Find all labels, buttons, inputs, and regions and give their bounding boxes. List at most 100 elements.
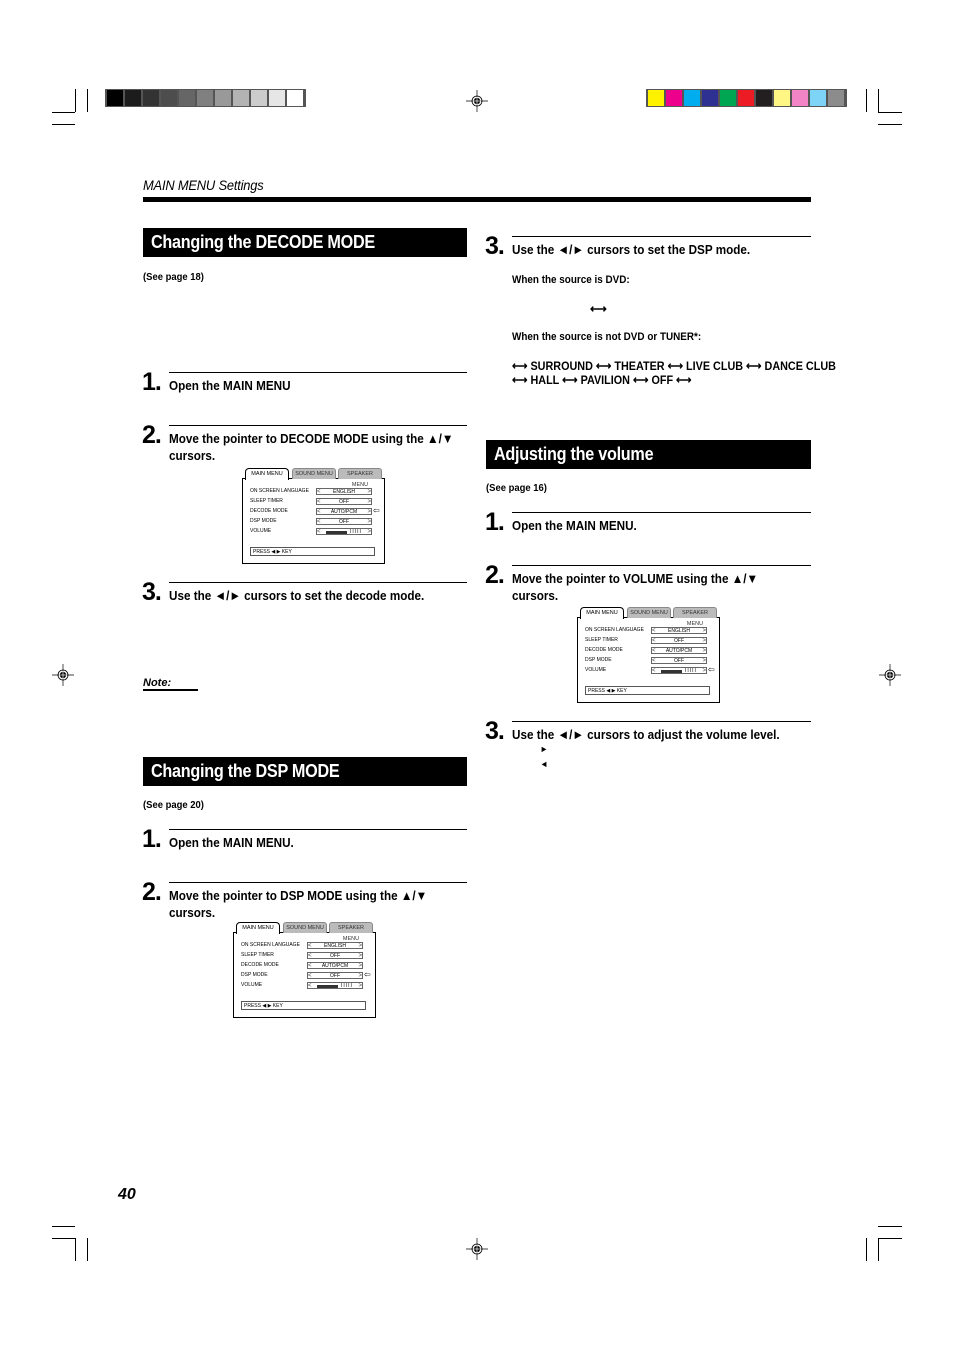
step-rule <box>169 372 467 373</box>
osd-value-text: OFF <box>330 952 340 959</box>
osd-row-value: < > ENGLISH <box>307 941 363 949</box>
osd-left-arrow-icon: < <box>308 942 312 949</box>
crop-mark <box>878 1238 879 1261</box>
step-text: Move the pointer to VOLUME using the ▲/▼ <box>512 571 759 586</box>
osd-main-menu-figure: MAIN MENU SOUND MENU SPEAKER MENU ON SCREEN… <box>233 922 376 1018</box>
step-text: Open the MAIN MENU <box>169 378 291 393</box>
osd-left-arrow-icon: < <box>652 627 656 634</box>
osd-row-label: ON SCREEN LANGUAGE <box>250 488 309 494</box>
osd-row-label: ON SCREEN LANGUAGE <box>585 627 644 633</box>
osd-row-value: < > OFF <box>651 636 707 644</box>
crop-mark <box>878 89 879 112</box>
page-number: 40 <box>118 1186 136 1203</box>
color-swatch <box>287 90 303 106</box>
color-swatch <box>143 90 159 106</box>
osd-value-text: OFF <box>330 972 340 979</box>
osd-tab: SOUND MENU <box>627 607 671 618</box>
crop-mark <box>52 1238 75 1239</box>
osd-value-text: OFF <box>339 498 349 505</box>
section-title-dsp-mode: Changing the DSP MODE <box>143 757 467 786</box>
osd-tab: SOUND MENU <box>292 468 336 479</box>
step-text: cursors. <box>169 448 216 463</box>
osd-row-value: < > AUTO/PCM <box>651 646 707 654</box>
color-swatch <box>666 90 682 106</box>
header-rule <box>143 197 811 202</box>
crop-mark <box>878 1238 902 1239</box>
osd-right-arrow-icon: > <box>702 637 706 644</box>
osd-row-value: < > IIIII <box>651 666 707 674</box>
osd-volume-fill <box>317 984 338 988</box>
color-swatch <box>792 90 808 106</box>
osd-row-value: < > AUTO/PCM <box>316 507 372 515</box>
step-number: 1. <box>142 825 162 853</box>
osd-main-menu-figure: MAIN MENU SOUND MENU SPEAKER MENU ON SCREEN… <box>577 607 720 703</box>
crop-mark <box>87 1238 88 1261</box>
color-swatch <box>125 90 141 106</box>
osd-right-arrow-icon: > <box>367 508 371 515</box>
osd-right-arrow-icon: > <box>358 972 362 979</box>
osd-tab: SPEAKER MENU <box>338 468 382 488</box>
osd-left-arrow-icon: < <box>308 972 312 979</box>
osd-row-label: DECODE MODE <box>585 647 623 653</box>
osd-volume-ticks: IIIII <box>685 667 697 674</box>
osd-right-arrow-icon: > <box>367 518 371 525</box>
osd-volume-ticks: IIIII <box>341 982 353 989</box>
osd-row-value: < > OFF <box>307 951 363 959</box>
right-arrow-icon: ► <box>540 744 549 754</box>
color-swatch <box>197 90 213 106</box>
step-number: 3. <box>142 578 162 606</box>
osd-left-arrow-icon: < <box>652 657 656 664</box>
osd-row-label: SLEEP TIMER <box>585 637 618 643</box>
osd-row-label: VOLUME <box>250 528 272 534</box>
osd-left-arrow-icon: < <box>308 982 312 989</box>
osd-right-arrow-icon: > <box>358 982 362 989</box>
osd-value-text: AUTO/PCM <box>330 508 358 515</box>
color-swatch <box>774 90 790 106</box>
crop-mark <box>878 1226 902 1227</box>
osd-pointer-icon: ⇦ <box>364 970 371 979</box>
osd-row-label: ON SCREEN LANGUAGE <box>241 942 300 948</box>
see-page-reference: (See page 20) <box>143 799 204 811</box>
color-swatch <box>215 90 231 106</box>
left-arrow-icon: ◄ <box>540 759 549 769</box>
grayscale-calibration-bar <box>105 89 306 107</box>
osd-right-arrow-icon: > <box>702 647 706 654</box>
crop-mark <box>866 89 867 112</box>
color-swatch <box>702 90 718 106</box>
osd-row-value: < > ENGLISH <box>316 487 372 495</box>
osd-row-label: SLEEP TIMER <box>250 498 283 504</box>
osd-left-arrow-icon: < <box>308 962 312 969</box>
osd-value-text: AUTO/PCM <box>321 962 349 969</box>
osd-left-arrow-icon: < <box>652 647 656 654</box>
step-rule <box>169 882 467 883</box>
osd-value-text: AUTO/PCM <box>665 647 693 654</box>
step-text: Use the ◄/► cursors to adjust the volume… <box>512 727 780 742</box>
step-number: 1. <box>485 508 505 536</box>
step-rule <box>512 512 811 513</box>
step-rule <box>169 425 467 426</box>
section-title-volume: Adjusting the volume <box>486 440 811 469</box>
osd-left-arrow-icon: < <box>308 952 312 959</box>
osd-row-label: DECODE MODE <box>241 962 279 968</box>
step-text: cursors. <box>169 905 216 920</box>
running-title: MAIN MENU Settings <box>143 177 264 193</box>
osd-value-text: OFF <box>674 637 684 644</box>
crop-mark <box>52 1226 75 1227</box>
osd-right-arrow-icon: > <box>702 627 706 634</box>
crop-mark <box>52 124 75 125</box>
see-page-reference: (See page 18) <box>143 271 204 283</box>
color-swatch <box>269 90 285 106</box>
note-rule <box>143 689 198 691</box>
other-mode-sequence-line1: ⟷ SURROUND ⟷ THEATER ⟷ LIVE CLUB ⟷ DANCE… <box>512 359 836 373</box>
osd-row-label: VOLUME <box>241 982 263 988</box>
osd-value-text: ENGLISH <box>324 942 346 949</box>
osd-tab: SPEAKER MENU <box>673 607 717 627</box>
osd-left-arrow-icon: < <box>317 518 321 525</box>
color-swatch <box>756 90 772 106</box>
step-text: Use the ◄/► cursors to set the decode mo… <box>169 588 425 603</box>
osd-value-text: OFF <box>339 518 349 525</box>
step-text: cursors. <box>512 588 559 603</box>
registration-mark-icon <box>52 664 74 686</box>
color-swatch <box>648 90 664 106</box>
color-swatch <box>107 90 123 106</box>
